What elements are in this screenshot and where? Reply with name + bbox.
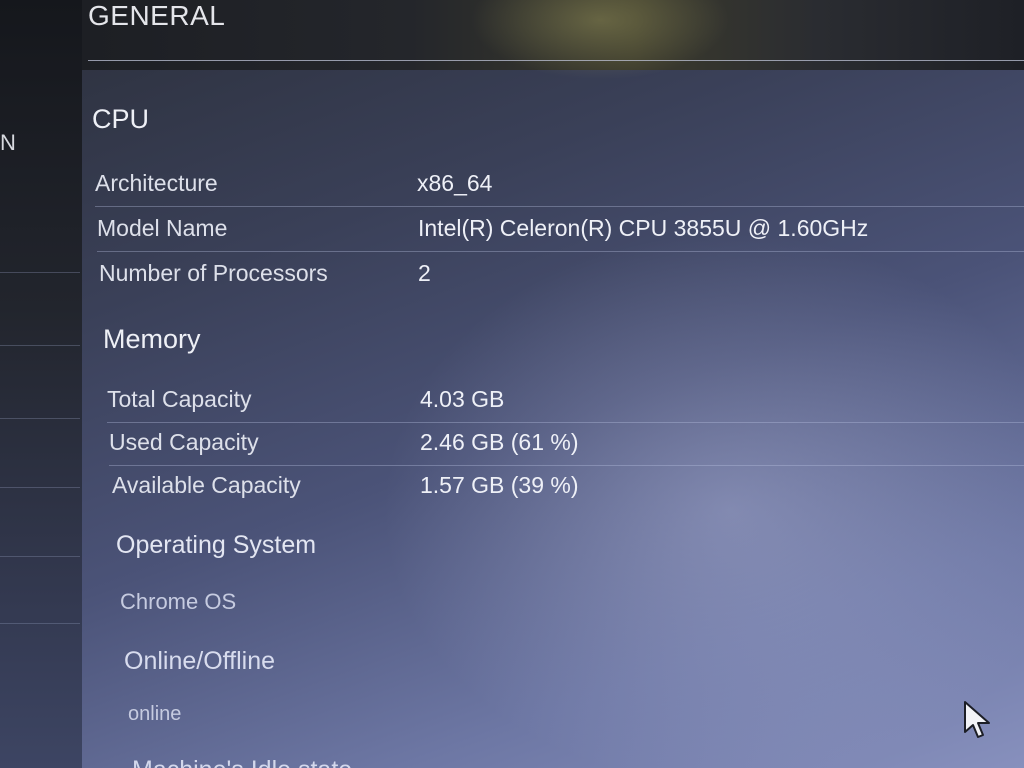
row-value: 4.03 GB — [420, 386, 505, 412]
mouse-pointer-icon — [964, 701, 990, 738]
online-section-title: Online/Offline — [124, 647, 276, 675]
row-value: 2 — [418, 260, 431, 286]
sidebar-item[interactable] — [0, 557, 80, 624]
row-label: Model Name — [97, 215, 228, 241]
row-value: 1.57 GB (39 %) — [420, 472, 579, 498]
row-label: Used Capacity — [109, 429, 259, 455]
row-label: Number of Processors — [99, 260, 328, 286]
row-label: Available Capacity — [112, 472, 301, 498]
memory-row-total: Total Capacity 4.03 GB — [107, 380, 1024, 423]
sidebar-item[interactable] — [0, 273, 80, 346]
cpu-row-model-name: Model Name Intel(R) Celeron(R) CPU 3855U… — [97, 209, 1024, 252]
sidebar-item[interactable] — [0, 0, 80, 273]
sidebar-item[interactable] — [0, 419, 80, 488]
row-value: x86_64 — [417, 170, 493, 196]
row-value: Intel(R) Celeron(R) CPU 3855U @ 1.60GHz — [418, 215, 869, 241]
row-label: Architecture — [95, 170, 218, 196]
cpu-row-architecture: Architecture x86_64 — [95, 164, 1024, 207]
header-divider — [88, 60, 1024, 61]
row-label: Total Capacity — [107, 386, 252, 412]
page-title: GENERAL — [88, 0, 226, 31]
idle-section-title: Machine's Idle state — [132, 756, 352, 768]
os-value: Chrome OS — [120, 589, 237, 614]
cpu-row-processors: Number of Processors 2 — [99, 254, 1024, 296]
screen: N GENERAL CPU Architecture x86_64 Model … — [0, 0, 1024, 768]
os-section-title: Operating System — [116, 531, 317, 559]
sidebar-item[interactable] — [0, 346, 80, 419]
online-value: online — [128, 703, 182, 725]
memory-row-available: Available Capacity 1.57 GB (39 %) — [112, 466, 1024, 508]
sidebar-item[interactable] — [0, 488, 80, 557]
memory-row-used: Used Capacity 2.46 GB (61 %) — [109, 423, 1024, 466]
cpu-section-title: CPU — [92, 104, 150, 134]
sidebar: N — [0, 0, 82, 768]
row-value: 2.46 GB (61 %) — [420, 429, 579, 455]
memory-section-title: Memory — [103, 324, 201, 354]
